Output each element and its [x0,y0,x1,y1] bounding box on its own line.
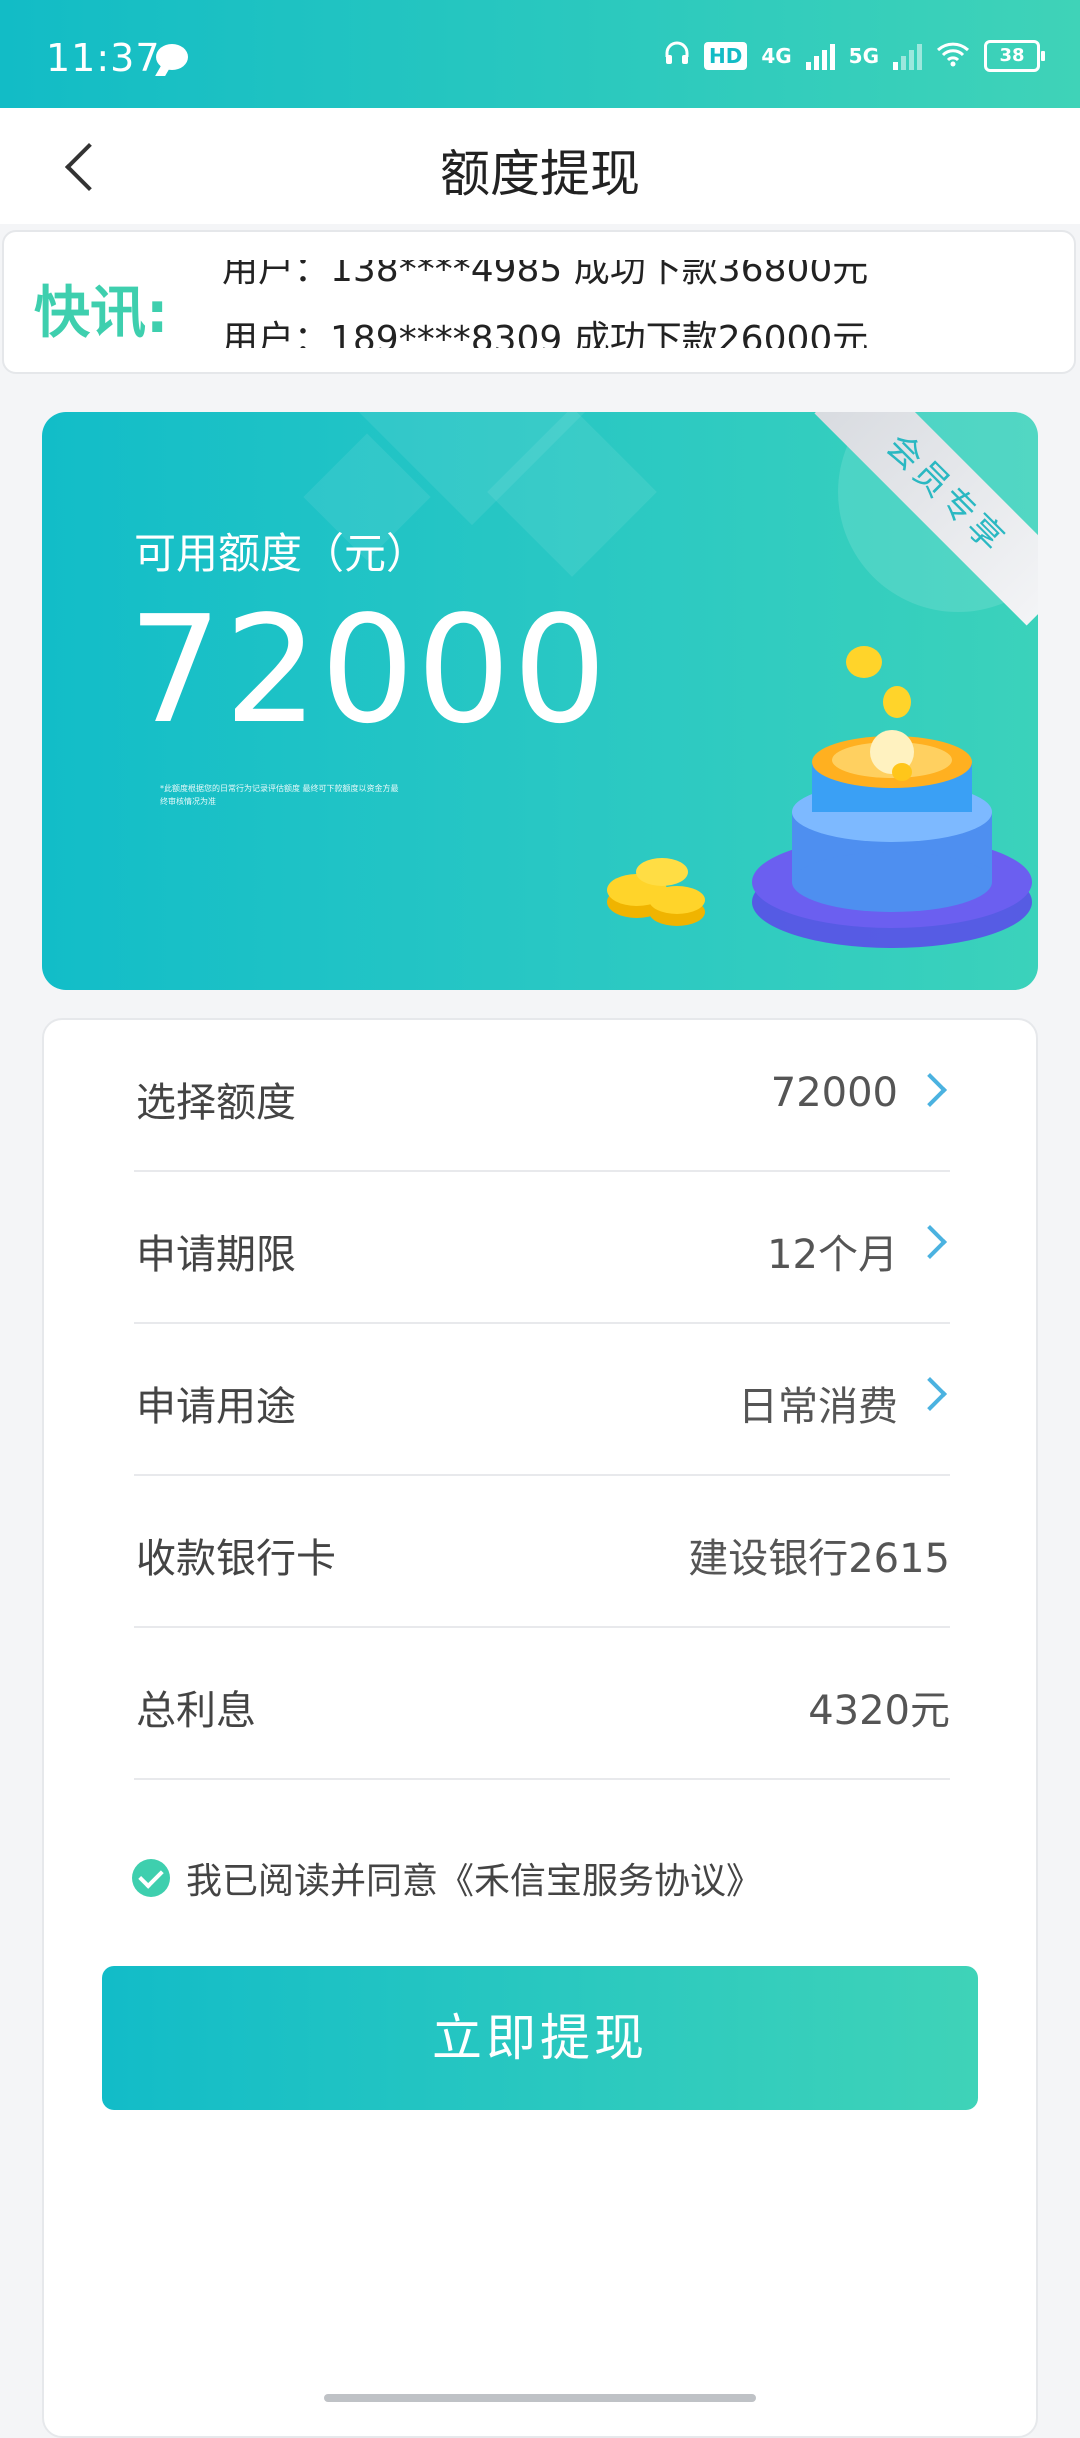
row-interest: 总利息 4320元 [134,1628,950,1780]
headphones-icon [664,41,690,72]
chevron-right-icon [913,1225,947,1259]
status-icons: HD 4G 5G 38 [664,40,1045,72]
signal-5g-icon [893,42,922,70]
row-value: 72000 [770,1070,898,1116]
network-5g-label: 5G [848,44,879,68]
row-value: 建设银行2615 [688,1536,950,1582]
withdraw-form: 选择额度 72000 申请期限 12个月 申请用途 日常消费 收款银行卡 建设银… [42,1018,1038,2438]
chevron-right-icon [913,1073,947,1107]
status-time: 11:37 [46,36,161,80]
agreement-text[interactable]: 我已阅读并同意《禾信宝服务协议》 [186,1852,762,1904]
balance-label: 可用额度（元） [134,529,429,578]
row-label: 申请期限 [136,1232,296,1278]
hd-icon: HD [703,42,748,70]
row-label: 收款银行卡 [136,1536,336,1582]
wifi-icon [936,41,970,72]
row-value: 4320元 [808,1688,950,1734]
row-label: 选择额度 [136,1080,296,1126]
ticker-window: 用户：138****4985 成功下款36800元 用户：189****8309… [222,260,922,348]
status-bar: 11:37 HD 4G 5G 38 [0,0,1080,108]
row-amount[interactable]: 选择额度 72000 [134,1020,950,1172]
chat-bubble-icon [156,44,188,70]
row-label: 总利息 [136,1688,256,1734]
balance-card: 会员专享 可用额度（元） 72000 *此额度根据您的日常行为记录评估额度 最终… [42,412,1038,990]
balance-note: *此额度根据您的日常行为记录评估额度 最终可下款额度以资金方最终审核情况为准 [160,784,399,806]
signal-4g-icon [805,42,835,70]
row-label: 申请用途 [136,1384,296,1430]
coin-podium-illustration [607,646,1032,948]
chevron-right-icon [913,1377,947,1411]
checkbox-checked-icon[interactable] [132,1859,170,1897]
agreement[interactable]: 我已阅读并同意《禾信宝服务协议》 [132,1852,762,1904]
row-value: 12个月 [767,1232,898,1278]
page-title: 额度提现 [440,145,640,203]
row-term[interactable]: 申请期限 12个月 [134,1172,950,1324]
ticker-line: 用户：189****8309 成功下款26000元 [222,319,869,348]
row-purpose[interactable]: 申请用途 日常消费 [134,1324,950,1476]
battery-icon: 38 [984,40,1045,72]
balance-amount: 72000 [128,584,609,756]
row-bank-card: 收款银行卡 建设银行2615 [134,1476,950,1628]
network-4g-label: 4G [761,44,792,68]
news-ticker: 快讯: 用户：138****4985 成功下款36800元 用户：189****… [2,230,1076,374]
app-header: 额度提现 [0,108,1080,224]
ticker-label: 快讯: [34,281,169,346]
withdraw-button[interactable]: 立即提现 [102,1966,978,2110]
ticker-line: 用户：138****4985 成功下款36800元 [222,260,869,290]
row-value: 日常消费 [738,1384,898,1430]
home-indicator [324,2394,756,2402]
